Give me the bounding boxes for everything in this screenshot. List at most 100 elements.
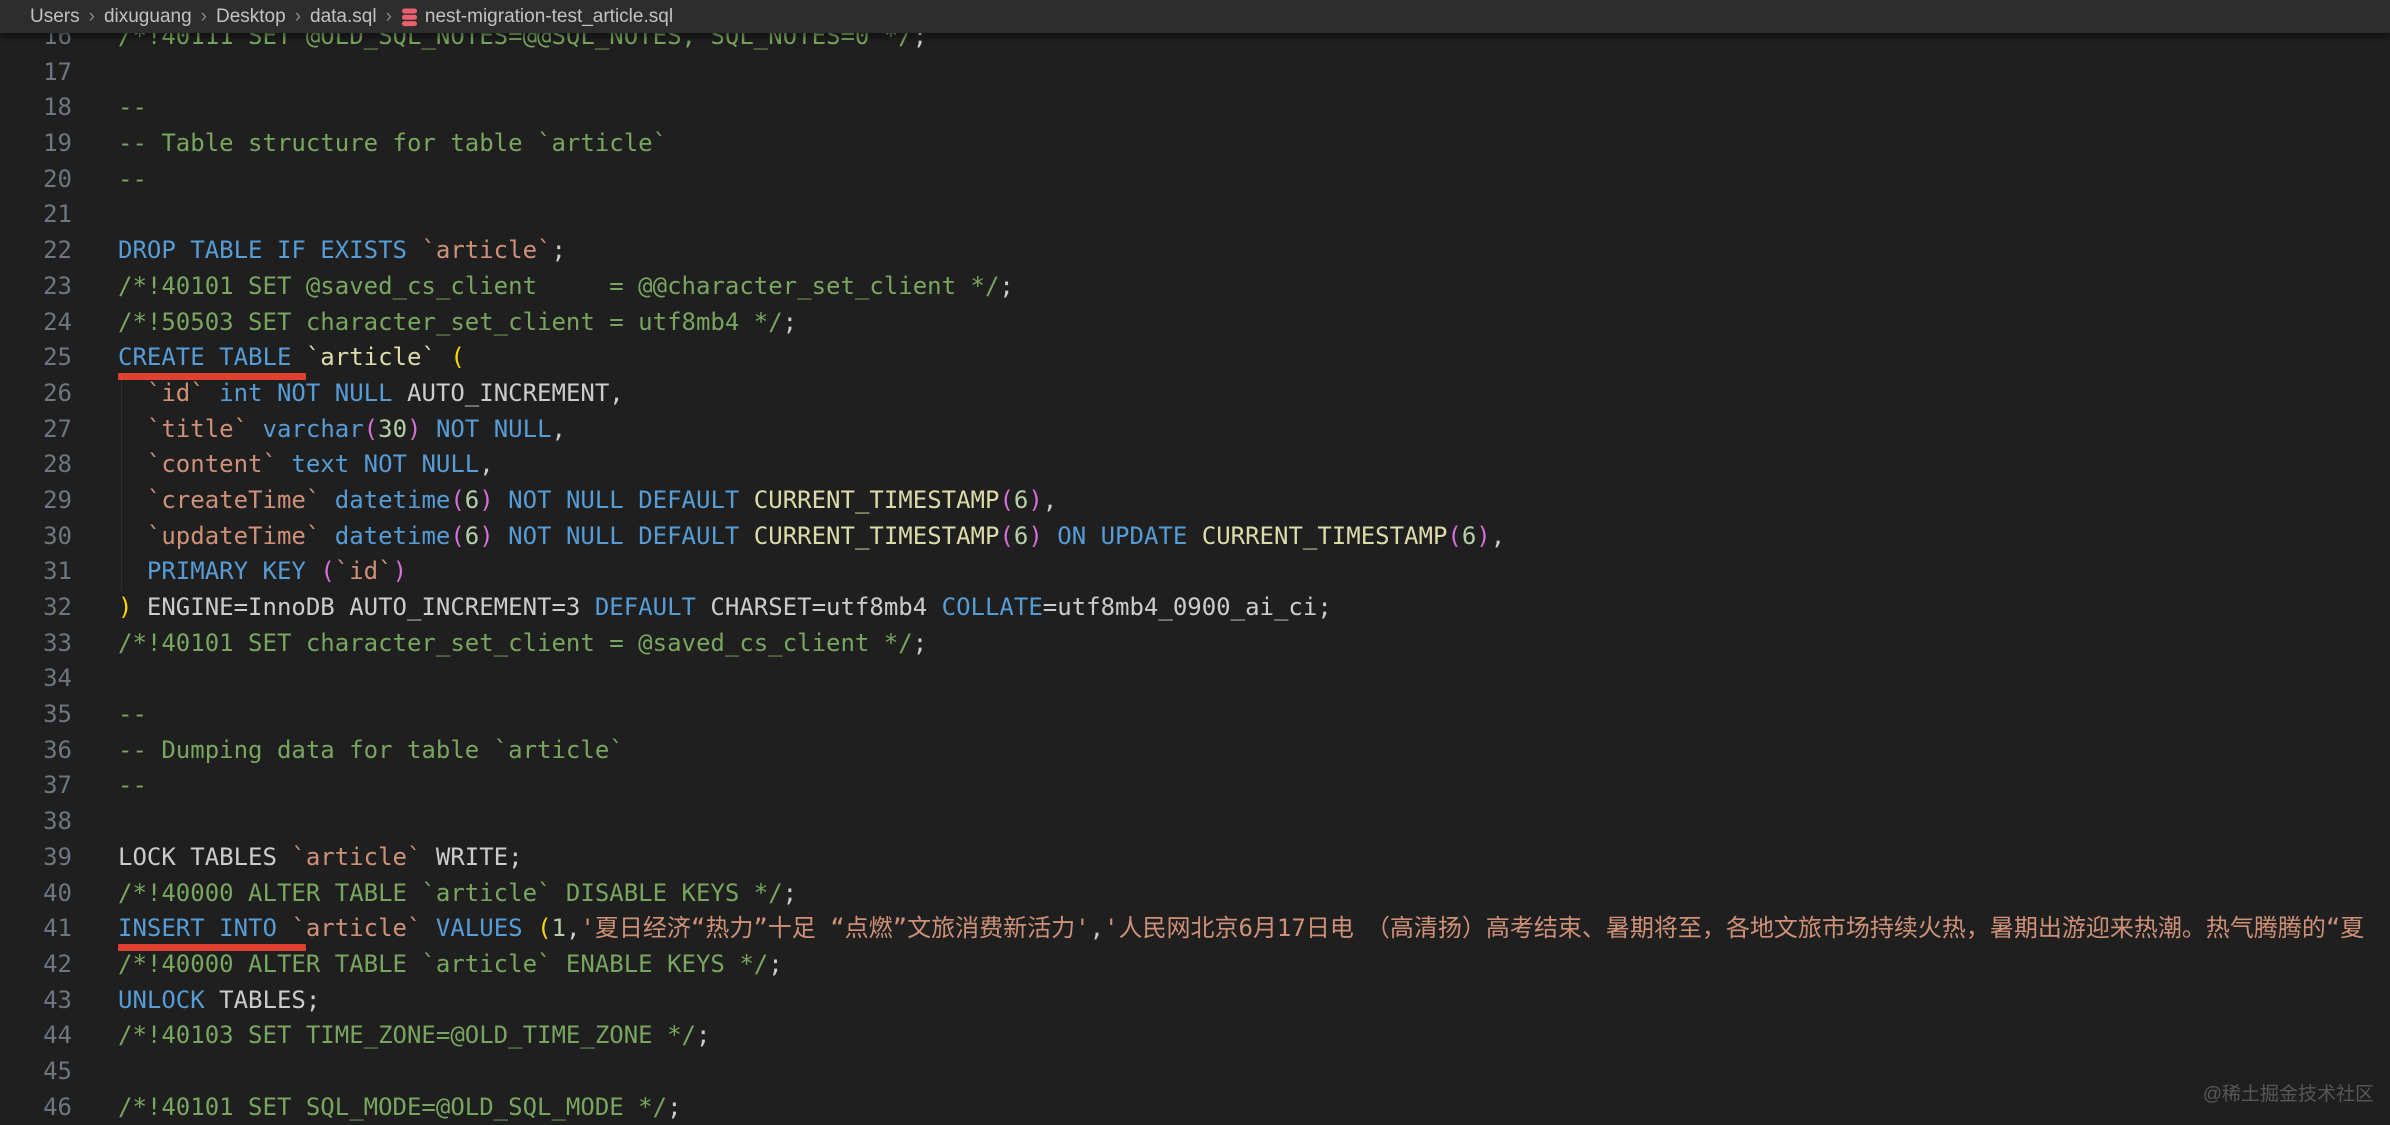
code-line[interactable]: 33 /*!40101 SET character_set_client = @s… xyxy=(0,626,2390,662)
code-line[interactable]: 18 -- xyxy=(0,90,2390,126)
line-number: 43 xyxy=(0,983,72,1019)
code-text: `updateTime` datetime(6) NOT NULL DEFAUL… xyxy=(118,519,1505,555)
code-line[interactable]: 32 ) ENGINE=InnoDB AUTO_INCREMENT=3 DEFAU… xyxy=(0,590,2390,626)
code-line[interactable]: 44 /*!40103 SET TIME_ZONE=@OLD_TIME_ZONE … xyxy=(0,1018,2390,1054)
code-line[interactable]: 43 UNLOCK TABLES; xyxy=(0,983,2390,1019)
code-area[interactable]: 16/*!40111 SET @OLD_SQL_NOTES=@@SQL_NOTE… xyxy=(0,19,2390,1125)
database-icon xyxy=(401,8,418,27)
code-line[interactable]: 46 /*!40101 SET SQL_MODE=@OLD_SQL_MODE */… xyxy=(0,1090,2390,1125)
code-text: CREATE TABLE `article` ( xyxy=(118,340,465,376)
code-line[interactable]: 37 -- xyxy=(0,768,2390,804)
line-number: 32 xyxy=(0,590,72,626)
line-number: 45 xyxy=(0,1054,72,1090)
line-number: 46 xyxy=(0,1090,72,1125)
chevron-right-icon: › xyxy=(295,6,301,28)
code-text: /*!40101 SET @saved_cs_client = @@charac… xyxy=(118,269,1014,305)
code-text: -- xyxy=(118,162,147,198)
code-line[interactable]: 42 /*!40000 ALTER TABLE `article` ENABLE … xyxy=(0,947,2390,983)
code-text: DROP TABLE IF EXISTS `article`; xyxy=(118,233,566,269)
chevron-right-icon: › xyxy=(201,6,207,28)
code-line[interactable]: 24 /*!50503 SET character_set_client = ut… xyxy=(0,305,2390,341)
chevron-right-icon: › xyxy=(89,6,95,28)
code-text: `content` text NOT NULL, xyxy=(118,447,494,483)
line-number: 23 xyxy=(0,269,72,305)
breadcrumb-item-data-sql[interactable]: data.sql xyxy=(310,6,377,28)
line-number: 29 xyxy=(0,483,72,519)
code-text: `id` int NOT NULL AUTO_INCREMENT, xyxy=(118,376,624,412)
code-line[interactable]: 40 /*!40000 ALTER TABLE `article` DISABLE… xyxy=(0,876,2390,912)
code-text: UNLOCK TABLES; xyxy=(118,983,320,1019)
line-number: 25 xyxy=(0,340,72,376)
code-text: /*!40000 ALTER TABLE `article` ENABLE KE… xyxy=(118,947,783,983)
code-text: -- Dumping data for table `article` xyxy=(118,733,624,769)
code-line[interactable]: 41 INSERT INTO `article` VALUES (1,'夏日经济“… xyxy=(0,911,2390,947)
line-number: 31 xyxy=(0,554,72,590)
code-text: PRIMARY KEY (`id`) xyxy=(118,554,407,590)
code-line[interactable]: 38 xyxy=(0,804,2390,840)
line-number: 38 xyxy=(0,804,72,840)
line-number: 44 xyxy=(0,1018,72,1054)
code-line[interactable]: 31 PRIMARY KEY (`id`) xyxy=(0,554,2390,590)
line-number: 35 xyxy=(0,697,72,733)
line-number: 19 xyxy=(0,126,72,162)
line-number: 27 xyxy=(0,412,72,448)
code-text: /*!40101 SET character_set_client = @sav… xyxy=(118,626,927,662)
indent-guide xyxy=(121,376,122,591)
breadcrumb-file-name: nest-migration-test_article.sql xyxy=(425,6,673,28)
code-line[interactable]: 25 CREATE TABLE `article` ( xyxy=(0,340,2390,376)
line-number: 33 xyxy=(0,626,72,662)
code-line[interactable]: 23 /*!40101 SET @saved_cs_client = @@char… xyxy=(0,269,2390,305)
code-text: `title` varchar(30) NOT NULL, xyxy=(118,412,566,448)
line-number: 18 xyxy=(0,90,72,126)
line-number: 17 xyxy=(0,55,72,91)
code-text: ) ENGINE=InnoDB AUTO_INCREMENT=3 DEFAULT… xyxy=(118,590,1332,626)
breadcrumb-item-desktop[interactable]: Desktop xyxy=(216,6,286,28)
breadcrumb: Users › dixuguang › Desktop › data.sql ›… xyxy=(0,0,2390,33)
code-text: LOCK TABLES `article` WRITE; xyxy=(118,840,523,876)
code-line[interactable]: 39 LOCK TABLES `article` WRITE; xyxy=(0,840,2390,876)
line-number: 24 xyxy=(0,305,72,341)
code-text: -- Table structure for table `article` xyxy=(118,126,667,162)
chevron-right-icon: › xyxy=(386,6,392,28)
line-number: 22 xyxy=(0,233,72,269)
code-text: /*!50503 SET character_set_client = utf8… xyxy=(118,305,797,341)
line-number: 36 xyxy=(0,733,72,769)
line-number: 41 xyxy=(0,911,72,947)
code-text: /*!40101 SET SQL_MODE=@OLD_SQL_MODE */; xyxy=(118,1090,682,1125)
code-line[interactable]: 26 `id` int NOT NULL AUTO_INCREMENT, xyxy=(0,376,2390,412)
code-line[interactable]: 36 -- Dumping data for table `article` xyxy=(0,733,2390,769)
line-number: 30 xyxy=(0,519,72,555)
line-number: 26 xyxy=(0,376,72,412)
code-line[interactable]: 17 xyxy=(0,55,2390,91)
line-number: 39 xyxy=(0,840,72,876)
watermark: @稀土掘金技术社区 xyxy=(2203,1079,2374,1106)
code-text: -- xyxy=(118,768,147,804)
line-number: 21 xyxy=(0,197,72,233)
code-line[interactable]: 45 xyxy=(0,1054,2390,1090)
code-line[interactable]: 20 -- xyxy=(0,162,2390,198)
code-text: -- xyxy=(118,697,147,733)
breadcrumb-item-users[interactable]: Users xyxy=(30,6,80,28)
code-line[interactable]: 27 `title` varchar(30) NOT NULL, xyxy=(0,412,2390,448)
code-line[interactable]: 30 `updateTime` datetime(6) NOT NULL DEF… xyxy=(0,519,2390,555)
breadcrumb-item-dixuguang[interactable]: dixuguang xyxy=(104,6,192,28)
code-line[interactable]: 35 -- xyxy=(0,697,2390,733)
code-line[interactable]: 29 `createTime` datetime(6) NOT NULL DEF… xyxy=(0,483,2390,519)
line-number: 40 xyxy=(0,876,72,912)
code-text: INSERT INTO `article` VALUES (1,'夏日经济“热力… xyxy=(118,911,2364,947)
code-line[interactable]: 21 xyxy=(0,197,2390,233)
code-text: /*!40000 ALTER TABLE `article` DISABLE K… xyxy=(118,876,797,912)
line-number: 20 xyxy=(0,162,72,198)
code-line[interactable]: 28 `content` text NOT NULL, xyxy=(0,447,2390,483)
code-text: /*!40103 SET TIME_ZONE=@OLD_TIME_ZONE */… xyxy=(118,1018,710,1054)
code-text: `createTime` datetime(6) NOT NULL DEFAUL… xyxy=(118,483,1057,519)
breadcrumb-item-file[interactable]: nest-migration-test_article.sql xyxy=(401,6,673,28)
code-text: -- xyxy=(118,90,147,126)
code-line[interactable]: 22 DROP TABLE IF EXISTS `article`; xyxy=(0,233,2390,269)
line-number: 42 xyxy=(0,947,72,983)
code-line[interactable]: 34 xyxy=(0,661,2390,697)
line-number: 28 xyxy=(0,447,72,483)
line-number: 37 xyxy=(0,768,72,804)
code-line[interactable]: 19 -- Table structure for table `article` xyxy=(0,126,2390,162)
line-number: 34 xyxy=(0,661,72,697)
